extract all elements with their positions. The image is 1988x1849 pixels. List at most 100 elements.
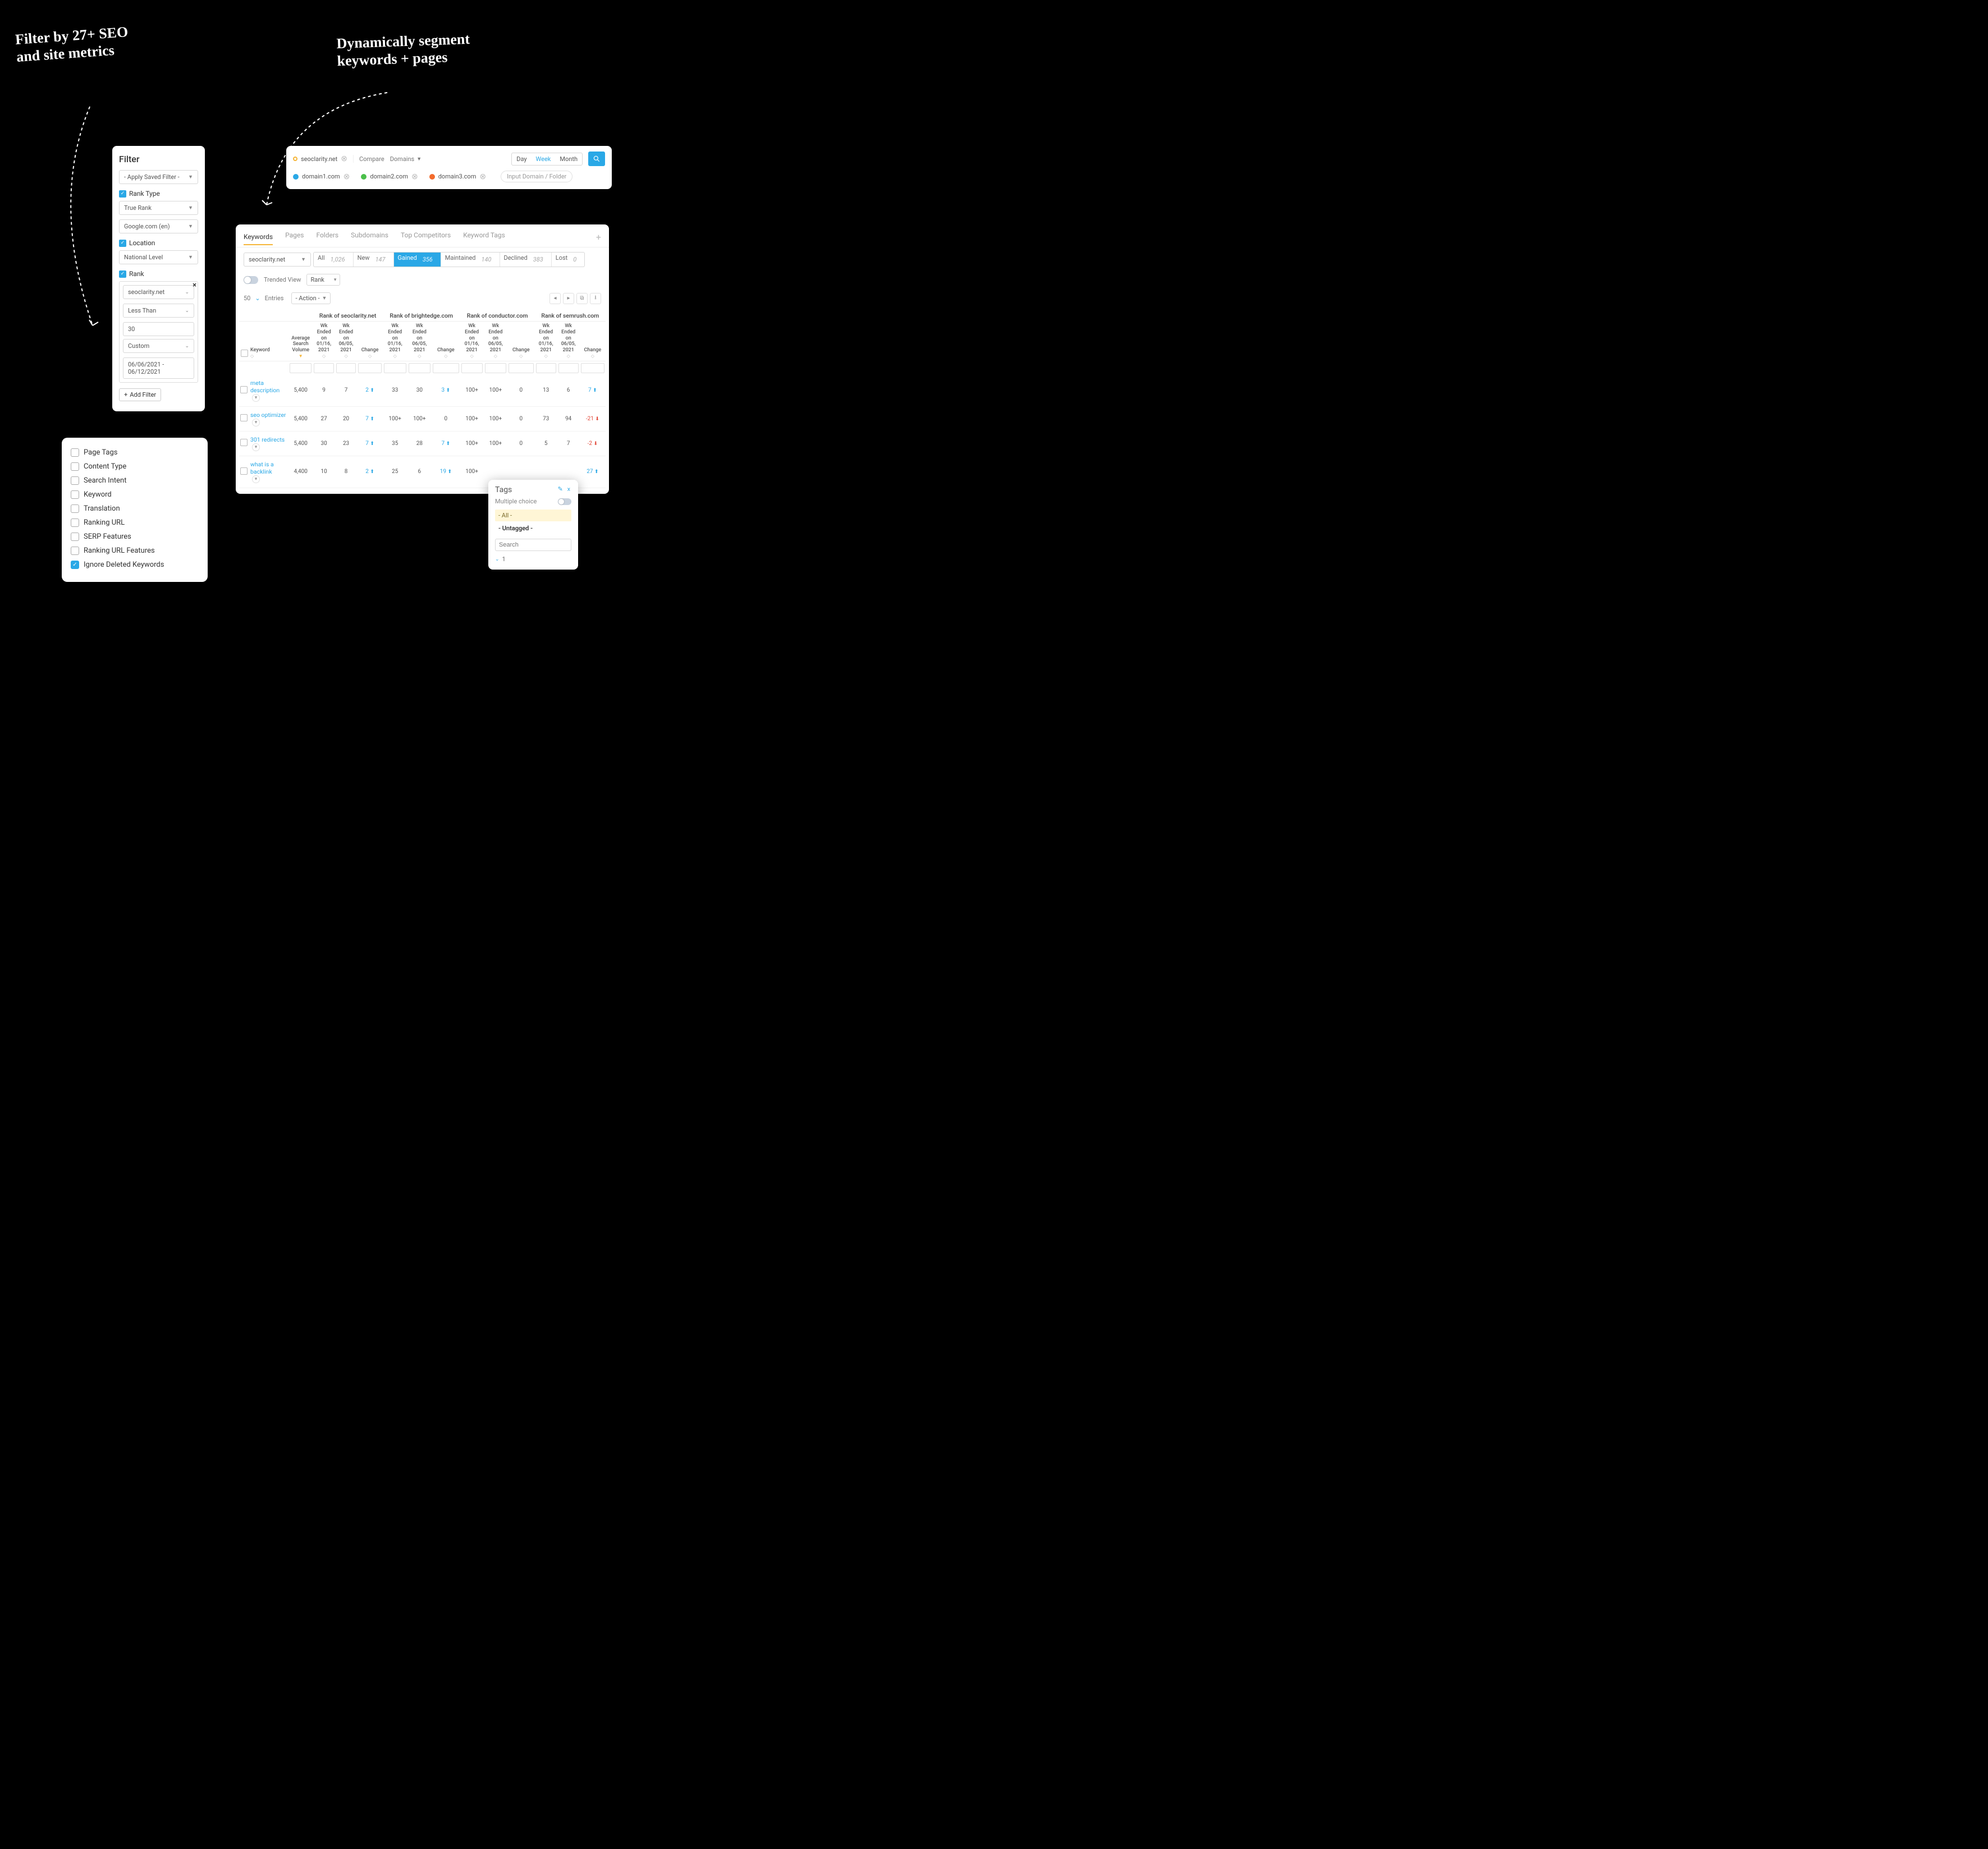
domains-dropdown[interactable]: Domains ▼	[390, 155, 422, 163]
col-keyword[interactable]: Keyword ◇	[249, 322, 288, 361]
tab-pages[interactable]: Pages	[285, 231, 304, 242]
rank-op-select[interactable]: Less Than ⌄	[123, 304, 194, 318]
input-domain-field[interactable]: Input Domain / Folder	[501, 171, 572, 182]
add-tab-button[interactable]: +	[596, 232, 601, 242]
select-all-checkbox[interactable]	[241, 350, 248, 357]
close-icon[interactable]: ×	[193, 281, 196, 290]
apply-saved-filter-select[interactable]: - Apply Saved Filter - ▼	[119, 170, 198, 184]
prev-button[interactable]: ◂	[549, 293, 561, 304]
col-wk1[interactable]: Wk Ended on 01/16, 2021◇	[460, 322, 484, 361]
action-select[interactable]: - Action - ▼	[291, 292, 331, 304]
col-filter-input[interactable]	[558, 363, 579, 373]
rank-checkbox[interactable]: ✓	[119, 270, 126, 278]
rank-type-select[interactable]: True Rank ▼	[119, 201, 198, 215]
col-filter-input[interactable]	[485, 363, 506, 373]
remove-chip-icon[interactable]: ⊗	[343, 173, 350, 181]
time-day[interactable]: Day	[512, 153, 531, 165]
col-change[interactable]: Change◇	[357, 322, 383, 361]
col-filter-input[interactable]	[314, 363, 333, 373]
col-filter-input[interactable]	[290, 363, 312, 373]
expand-icon[interactable]: ▾	[252, 419, 260, 426]
domain-select[interactable]: seoclarity.net ▼	[244, 253, 311, 267]
edit-icon[interactable]: ✎	[558, 485, 563, 494]
col-filter-input[interactable]	[384, 363, 406, 373]
checkbox[interactable]	[71, 519, 79, 527]
col-wk1[interactable]: Wk Ended on 01/16, 2021◇	[535, 322, 557, 361]
status-pill-new[interactable]: New 147	[354, 253, 394, 267]
expand-icon[interactable]: ▾	[252, 443, 260, 451]
col-filter-input[interactable]	[509, 363, 534, 373]
col-wk2[interactable]: Wk Ended on 06/05, 2021◇	[335, 322, 357, 361]
keyword-link[interactable]: 301 redirects	[250, 436, 285, 443]
tag-search-input[interactable]	[495, 539, 571, 551]
checklist-item[interactable]: Page Tags	[71, 446, 199, 460]
time-toggle[interactable]: Day Week Month	[511, 153, 583, 166]
checkbox[interactable]	[71, 462, 79, 471]
tag-all-option[interactable]: - All -	[495, 510, 571, 521]
row-checkbox[interactable]	[240, 414, 248, 421]
col-change[interactable]: Change◇	[432, 322, 460, 361]
col-filter-input[interactable]	[409, 363, 431, 373]
checkbox[interactable]	[71, 476, 79, 485]
col-filter-input[interactable]	[358, 363, 382, 373]
col-filter-input[interactable]	[336, 363, 356, 373]
checklist-item[interactable]: Translation	[71, 502, 199, 516]
status-pill-all[interactable]: All 1,026	[314, 253, 354, 267]
collapse-icon[interactable]: ⌄⌃	[566, 485, 571, 494]
rank-select[interactable]: Rank ▾	[306, 274, 340, 286]
row-checkbox[interactable]	[240, 439, 248, 446]
col-change[interactable]: Change◇	[507, 322, 535, 361]
keyword-link[interactable]: meta description	[250, 379, 280, 394]
rank-daterange-input[interactable]: 06/06/2021 - 06/12/2021	[123, 357, 194, 379]
checkbox[interactable]	[71, 448, 79, 457]
tab-subdomains[interactable]: Subdomains	[351, 231, 388, 242]
rank-value-input[interactable]: 30	[123, 322, 194, 336]
checkbox[interactable]	[71, 504, 79, 513]
row-checkbox[interactable]	[240, 386, 248, 393]
col-wk1[interactable]: Wk Ended on 01/16, 2021◇	[313, 322, 335, 361]
checkbox[interactable]	[71, 547, 79, 555]
col-filter-input[interactable]	[536, 363, 556, 373]
checkbox[interactable]	[71, 533, 79, 541]
rank-domain-select[interactable]: seoclarity.net ⌄	[123, 285, 194, 299]
status-pill-gained[interactable]: Gained 356	[394, 253, 441, 267]
next-button[interactable]: ▸	[563, 293, 574, 304]
col-wk2[interactable]: Wk Ended on 06/05, 2021◇	[407, 322, 432, 361]
col-change[interactable]: Change◇	[580, 322, 606, 361]
keyword-link[interactable]: what is a backlink	[250, 461, 274, 475]
search-button[interactable]	[588, 152, 605, 166]
checklist-item[interactable]: Content Type	[71, 460, 199, 474]
col-filter-input[interactable]	[581, 363, 604, 373]
add-filter-button[interactable]: + Add Filter	[119, 388, 161, 401]
time-month[interactable]: Month	[555, 153, 582, 165]
compare-domain-chip[interactable]: domain2.com ⊗	[361, 173, 423, 181]
keyword-link[interactable]: seo optimizer	[250, 411, 286, 419]
checklist-item[interactable]: Keyword	[71, 488, 199, 502]
download-button[interactable]: ⭳	[590, 293, 601, 304]
checkbox[interactable]: ✓	[71, 561, 79, 569]
col-filter-input[interactable]	[461, 363, 483, 373]
multiple-choice-toggle[interactable]	[558, 498, 571, 505]
rank-type-checkbox[interactable]: ✓	[119, 190, 126, 198]
tab-keywords[interactable]: Keywords	[244, 233, 273, 245]
status-pills[interactable]: All 1,026New 147Gained 356Maintained 140…	[313, 252, 585, 267]
rank-range-type-select[interactable]: Custom ⌄	[123, 339, 194, 353]
chevron-down-icon[interactable]: ⌄	[495, 557, 500, 562]
tag-untagged-option[interactable]: - Untagged -	[495, 522, 571, 534]
caret-down-icon[interactable]: ⌄	[255, 295, 260, 302]
checklist-item[interactable]: Search Intent	[71, 474, 199, 488]
checklist-item[interactable]: Ranking URL Features	[71, 544, 199, 558]
expand-icon[interactable]: ▾	[252, 475, 260, 483]
remove-chip-icon[interactable]: ⊗	[411, 173, 418, 181]
remove-chip-icon[interactable]: ⊗	[479, 173, 486, 181]
status-pill-maintained[interactable]: Maintained 140	[441, 253, 500, 267]
tab-folders[interactable]: Folders	[316, 231, 338, 242]
checkbox[interactable]	[71, 490, 79, 499]
entries-count[interactable]: 50	[244, 295, 250, 302]
row-checkbox[interactable]	[240, 467, 248, 475]
col-wk2[interactable]: Wk Ended on 06/05, 2021◇	[484, 322, 507, 361]
col-wk1[interactable]: Wk Ended on 01/16, 2021◇	[383, 322, 407, 361]
col-wk2[interactable]: Wk Ended on 06/05, 2021◇	[557, 322, 580, 361]
checklist-item[interactable]: ✓Ignore Deleted Keywords	[71, 558, 199, 572]
location-checkbox[interactable]: ✓	[119, 240, 126, 247]
